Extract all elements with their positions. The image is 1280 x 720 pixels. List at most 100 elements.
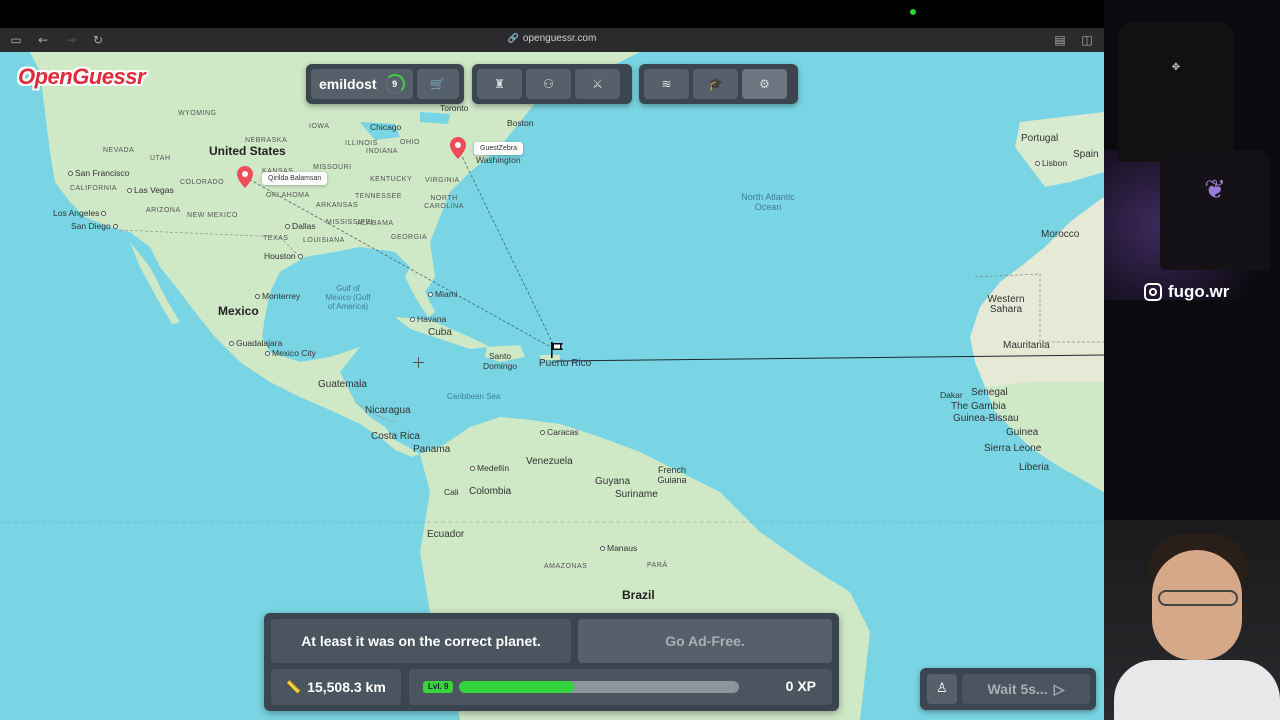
- map-label-senegal: Senegal: [971, 387, 1008, 398]
- next-round-bar: ♙ Wait 5s... ▷: [920, 668, 1096, 710]
- map-label-georgia: GEORGIA: [391, 234, 428, 241]
- map-label-nicaragua: Nicaragua: [365, 405, 411, 416]
- mode-group: ♜ ⚇ ⚔: [472, 64, 632, 104]
- url-text: openguessr.com: [522, 33, 597, 44]
- map-city-cali: Cali: [444, 487, 459, 497]
- map-city-las-vegas: Las Vegas: [127, 185, 174, 195]
- distance-box: 📏 15,508.3 km: [271, 669, 401, 705]
- map-city-mexico-city: Mexico City: [265, 348, 316, 358]
- result-message: At least it was on the correct planet.: [271, 619, 571, 663]
- instagram-name: fugo.wr: [1168, 282, 1230, 301]
- xp-progress-bar: [459, 681, 739, 693]
- map-label-guinea-bissau: Guinea-Bissau: [953, 413, 1019, 424]
- map-city-havana: Havana: [410, 314, 446, 324]
- map-label-cuba: Cuba: [428, 327, 452, 338]
- map-crosshair-icon: [413, 357, 424, 368]
- username: emildost: [319, 76, 377, 92]
- wait-next-button[interactable]: Wait 5s... ▷: [962, 674, 1090, 704]
- map-label-liberia: Liberia: [1019, 462, 1050, 473]
- map-city-miami: Miami: [428, 289, 458, 299]
- map-label-colorado: COLORADO: [180, 179, 225, 186]
- map-label-ecuador: Ecuador: [427, 529, 465, 540]
- map-city-houston: Houston: [264, 251, 305, 261]
- gear-icon: ⚙: [759, 77, 770, 91]
- go-ad-free-button[interactable]: Go Ad-Free.: [578, 619, 832, 663]
- map-label-colombia: Colombia: [469, 486, 512, 497]
- map-label-missouri: MISSOURI: [313, 164, 352, 171]
- map-layers-button[interactable]: ≋: [644, 69, 689, 99]
- map-label-nevada: NEVADA: [103, 147, 135, 154]
- map-city-san-diego: San Diego: [71, 221, 120, 231]
- map-label-gulf-of-mexico: Gulf of Mexico (Gulf of America): [325, 284, 371, 311]
- map-label-morocco: Morocco: [1041, 229, 1080, 240]
- map-city-dallas: Dallas: [285, 221, 316, 231]
- player-pin-icon[interactable]: [450, 137, 466, 159]
- map-city-washington: Washington: [476, 155, 521, 165]
- map-label-tennessee: TENNESSEE: [355, 193, 402, 200]
- map-label-iowa: IOWA: [309, 123, 330, 130]
- map-label-spain: Spain: [1073, 149, 1099, 160]
- tshirt-image: ❦: [1160, 150, 1270, 270]
- settings-button[interactable]: ⚙: [742, 69, 787, 99]
- reader-icon[interactable]: ▤: [1052, 32, 1068, 48]
- map-label-oklahoma: OKLAHOMA: [266, 192, 310, 199]
- map-city-san-francisco: San Francisco: [68, 168, 129, 178]
- player-pin-label: GuestZebra: [474, 142, 523, 155]
- address-bar[interactable]: 🔗 openguessr.com: [0, 33, 1104, 44]
- map-label-new-mexico: NEW MEXICO: [187, 212, 238, 219]
- wait-label: Wait 5s...: [987, 681, 1048, 697]
- map-city-monterrey: Monterrey: [255, 291, 300, 301]
- player-pin-icon[interactable]: [237, 166, 253, 188]
- battle-button[interactable]: ⚔: [575, 69, 620, 99]
- map-city-caracas: Caracas: [540, 427, 579, 437]
- leaderboard-button[interactable]: ♜: [477, 69, 522, 99]
- layers-icon: ≋: [661, 77, 672, 91]
- map-label-arkansas: ARKANSAS: [316, 202, 359, 209]
- webcam-shirt: [1114, 660, 1280, 720]
- map-city-los-angeles: Los Angeles: [53, 208, 108, 218]
- link-icon: 🔗: [507, 34, 519, 44]
- map-city-guadalajara: Guadalajara: [229, 338, 282, 348]
- distance-value: 15,508.3 km: [307, 679, 386, 695]
- map-label-guatemala: Guatemala: [318, 379, 367, 390]
- map-label-texas: TEXAS: [263, 235, 289, 242]
- learn-button[interactable]: 🎓: [693, 69, 738, 99]
- window-titlebar: [0, 0, 1104, 28]
- map-label-north-atlantic: North Atlantic Ocean: [741, 192, 795, 212]
- map-city-boston: Boston: [507, 118, 534, 128]
- map-label-arizona: ARIZONA: [146, 207, 181, 214]
- openguessr-logo[interactable]: OpenGuessr: [18, 64, 146, 90]
- map-city-toronto: Toronto: [440, 103, 469, 113]
- result-panel: At least it was on the correct planet. G…: [264, 613, 839, 711]
- ruler-icon: 📏: [286, 680, 302, 694]
- user-profile-button[interactable]: emildost 9: [311, 69, 413, 99]
- map-label-costa-rica: Costa Rica: [371, 431, 420, 442]
- shop-button[interactable]: 🛒: [416, 69, 459, 99]
- multiplayer-button[interactable]: ⚇: [526, 69, 571, 99]
- xp-box: Lvl. 9 0 XP: [409, 669, 832, 705]
- dragon-emblem-icon: ❦: [1204, 175, 1226, 205]
- webcam-feed: [1104, 520, 1280, 720]
- play-icon: ▷: [1053, 680, 1065, 697]
- browser-toolbar: ▭ ← → ↻ 🔗 openguessr.com ▤ ◫: [0, 28, 1104, 52]
- level-ring: 9: [384, 74, 405, 94]
- tabs-overview-icon[interactable]: ◫: [1079, 32, 1095, 48]
- tshirt-image: ✥: [1118, 22, 1234, 162]
- map-label-puerto-rico: Puerto Rico: [539, 358, 592, 369]
- map-label-french-guiana: French Guiana: [657, 465, 687, 485]
- xp-value: 0 XP: [785, 678, 816, 694]
- map-label-caribbean-sea: Caribbean Sea: [447, 392, 501, 401]
- map-label-nebraska: NEBRASKA: [245, 137, 288, 144]
- map-label-venezuela: Venezuela: [526, 456, 573, 467]
- street-view-button[interactable]: ♙: [927, 674, 957, 704]
- xp-progress-fill: [459, 681, 574, 693]
- map-label-guyana: Guyana: [595, 476, 631, 487]
- player-pin-label: Qirilda Balamsan: [262, 172, 328, 185]
- map-city-dakar: Dakar: [940, 390, 963, 400]
- map-city-medellin: Medellín: [470, 463, 509, 473]
- stream-overlay: ✥ ❦ fugo.wr: [1104, 0, 1280, 720]
- level-badge: Lvl. 9: [423, 681, 454, 693]
- map-label-sierra-leone: Sierra Leone: [984, 443, 1042, 454]
- map-label-louisiana: LOUISIANA: [303, 237, 345, 244]
- map-label-north-carolina: NORTH CAROLINA: [424, 195, 464, 210]
